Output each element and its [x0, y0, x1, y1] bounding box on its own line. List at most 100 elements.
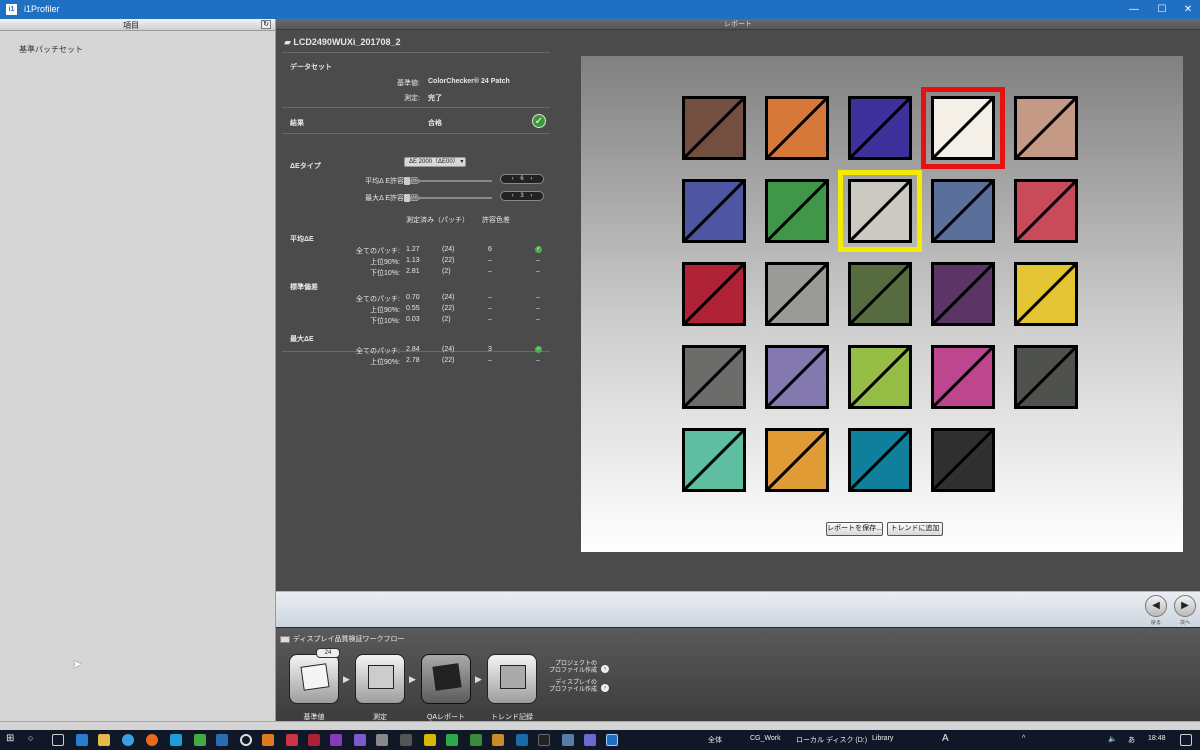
avg-tolerance-slider-thumb[interactable] — [404, 177, 410, 185]
spin-down-icon[interactable]: ‹ — [512, 193, 514, 199]
app-icon[interactable] — [492, 734, 504, 746]
app-icon[interactable] — [286, 734, 298, 746]
stats-row-count: (2) — [442, 316, 451, 323]
color-patch[interactable] — [931, 262, 995, 326]
max-tolerance-slider-thumb[interactable] — [404, 194, 410, 202]
color-patch[interactable] — [1014, 96, 1078, 160]
stats-row-label: 上位90%: — [370, 359, 400, 366]
taskbar-toolbar-item[interactable]: ローカル ディスク (D:) — [796, 735, 867, 745]
app-icon[interactable] — [424, 734, 436, 746]
avg-tolerance-spinner[interactable]: ‹ 6 › — [500, 174, 544, 184]
app-icon[interactable] — [400, 734, 412, 746]
explorer-icon[interactable] — [98, 734, 110, 746]
spin-up-icon[interactable]: › — [530, 193, 532, 199]
notification-icon[interactable] — [1180, 734, 1192, 746]
app-icon[interactable] — [170, 734, 182, 746]
spin-up-icon[interactable]: › — [530, 176, 532, 182]
project-profile-link[interactable]: プロジェクトの プロファイル作成 — [537, 661, 597, 675]
refresh-icon[interactable]: ↻ — [261, 20, 271, 29]
app-icon[interactable] — [584, 734, 596, 746]
stats-row-tolerance: 3 — [488, 346, 492, 353]
max-tolerance-spinner[interactable]: ‹ 3 › — [500, 191, 544, 201]
color-patch[interactable] — [682, 345, 746, 409]
color-patch[interactable] — [765, 345, 829, 409]
app-icon[interactable] — [376, 734, 388, 746]
chrome-icon[interactable] — [122, 734, 134, 746]
spin-down-icon[interactable]: ‹ — [512, 176, 514, 182]
stats-row-count: (22) — [442, 257, 455, 264]
de-type-dropdown[interactable]: ΔE 2000（ΔE00） ▾ — [404, 157, 466, 167]
color-patch[interactable] — [682, 179, 746, 243]
maximize-button[interactable]: ☐ — [1148, 0, 1176, 19]
reference-patch-set-item[interactable]: 基準パッチセット — [19, 44, 83, 55]
stats-row-count: (22) — [442, 357, 455, 364]
color-patch[interactable] — [765, 96, 829, 160]
color-patch[interactable] — [848, 345, 912, 409]
app-icon[interactable] — [262, 734, 274, 746]
workflow-step-reference[interactable]: 24 — [289, 648, 340, 704]
color-patch[interactable] — [1014, 345, 1078, 409]
taskbar-toolbar-item[interactable]: CG_Work — [750, 735, 781, 742]
app-icon[interactable] — [330, 734, 342, 746]
volume-icon[interactable]: 🔈 — [1108, 735, 1117, 743]
windows-start-icon[interactable]: ⊞ — [6, 733, 14, 744]
ime-indicator[interactable]: A — [942, 733, 949, 744]
firefox-icon[interactable] — [146, 734, 158, 746]
workflow-step-trend[interactable] — [487, 654, 537, 704]
app-icon[interactable] — [308, 734, 320, 746]
workflow-step-qa-report[interactable] — [421, 654, 471, 704]
ime-mode-icon[interactable]: あ — [1128, 735, 1135, 745]
display-profile-link[interactable]: ディスプレイの プロファイル作成 — [537, 680, 597, 694]
color-patch[interactable] — [765, 262, 829, 326]
stats-row-tolerance: – — [488, 305, 492, 312]
back-arrow-icon[interactable]: ◀ — [1145, 595, 1167, 617]
color-patch[interactable] — [765, 179, 829, 243]
app-icon: i1 — [6, 4, 17, 15]
color-patch[interactable] — [931, 345, 995, 409]
color-patch[interactable] — [682, 262, 746, 326]
workflow-step-measure[interactable] — [355, 654, 405, 704]
taskbar-toolbar-item[interactable]: Library — [872, 735, 893, 742]
edge-icon[interactable] — [76, 734, 88, 746]
max-tolerance-slider[interactable] — [404, 197, 492, 199]
link-arrow-icon[interactable]: › — [601, 665, 609, 673]
color-patch[interactable] — [765, 428, 829, 492]
app-icon[interactable] — [354, 734, 366, 746]
color-patch[interactable] — [848, 428, 912, 492]
color-patch[interactable] — [848, 262, 912, 326]
i1profiler-taskbar-icon[interactable] — [606, 734, 618, 746]
taskbar: ⊞ ○ 全体 CG_Work ローカル ディスク (D:) Library A … — [0, 730, 1200, 750]
color-patch[interactable] — [682, 428, 746, 492]
minimize-button[interactable]: — — [1120, 0, 1148, 19]
app-icon[interactable] — [194, 734, 206, 746]
color-patch[interactable] — [1014, 179, 1078, 243]
next-arrow-icon[interactable]: ▶ — [1174, 595, 1196, 617]
app-icon[interactable] — [446, 734, 458, 746]
app-icon[interactable] — [240, 734, 252, 746]
step-arrow-icon: ▶ — [475, 674, 482, 684]
window-title: i1Profiler — [24, 4, 60, 14]
tray-chevron-icon[interactable]: ^ — [1022, 735, 1025, 742]
add-to-trend-button[interactable]: トレンドに追加 — [887, 522, 943, 536]
color-patch[interactable] — [931, 428, 995, 492]
color-patch[interactable] — [931, 179, 995, 243]
app-icon[interactable] — [516, 734, 528, 746]
left-panel-title: 項目 — [123, 21, 139, 30]
clock[interactable]: 18:48 — [1148, 735, 1166, 742]
left-panel-header: 項目 ↻ — [0, 19, 275, 31]
app-icon[interactable] — [562, 734, 574, 746]
search-icon[interactable]: ○ — [28, 733, 33, 743]
close-button[interactable]: ✕ — [1174, 0, 1200, 19]
app-icon[interactable] — [216, 734, 228, 746]
taskbar-toolbar-item[interactable]: 全体 — [708, 735, 722, 745]
app-icon[interactable] — [538, 734, 550, 746]
color-patch[interactable] — [682, 96, 746, 160]
color-patch[interactable] — [1014, 262, 1078, 326]
save-report-button[interactable]: レポートを保存... — [826, 522, 883, 536]
link-arrow-icon[interactable]: › — [601, 684, 609, 692]
stats-row-tolerance: – — [488, 257, 492, 264]
app-icon[interactable] — [470, 734, 482, 746]
avg-tolerance-slider[interactable] — [404, 180, 492, 182]
color-patch[interactable] — [848, 96, 912, 160]
task-view-icon[interactable] — [52, 734, 64, 746]
